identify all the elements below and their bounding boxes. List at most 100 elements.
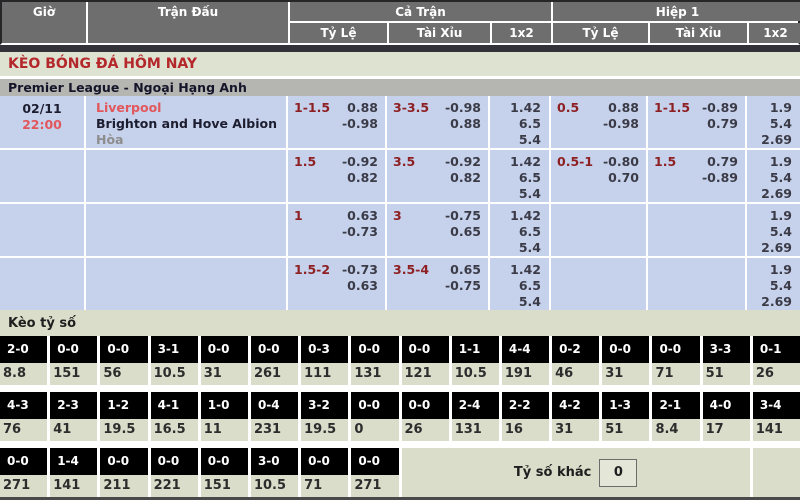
score-odds[interactable]: 271 <box>0 475 47 497</box>
other-score-box[interactable]: 0 <box>599 459 637 487</box>
score-odds[interactable]: 271 <box>351 475 398 497</box>
odds-value[interactable]: 0.88 <box>342 100 378 116</box>
score-box[interactable]: 0-0 <box>652 336 699 363</box>
ft-overunder-cell[interactable]: 3-3.5-0.980.88 <box>387 96 488 148</box>
score-box[interactable]: 0-0 <box>351 336 398 363</box>
ft-handicap-cell[interactable]: 1.5-0.920.82 <box>288 150 385 202</box>
score-box[interactable]: 4-1 <box>151 392 198 419</box>
score-box[interactable]: 4-2 <box>552 392 599 419</box>
1x2-odds-value[interactable]: 2.69 <box>747 132 792 148</box>
score-odds[interactable]: 131 <box>351 363 398 385</box>
1x2-odds-value[interactable]: 5.4 <box>747 170 792 186</box>
score-cell[interactable]: 3-219.5 <box>301 392 348 441</box>
score-cell[interactable]: 3-351 <box>703 336 750 385</box>
score-box[interactable]: 0-1 <box>753 336 800 363</box>
score-cell[interactable]: 4-017 <box>703 392 750 441</box>
odds-value[interactable]: -0.92 <box>342 154 378 170</box>
score-cell[interactable]: 1-4141 <box>50 448 97 497</box>
score-odds[interactable]: 10.5 <box>151 363 198 385</box>
score-box[interactable]: 0-0 <box>201 336 248 363</box>
score-cell[interactable]: 0-0151 <box>50 336 97 385</box>
1x2-odds-value[interactable]: 1.9 <box>747 100 792 116</box>
score-odds[interactable]: 16 <box>502 419 549 441</box>
1x2-odds-value[interactable]: 2.69 <box>747 294 792 310</box>
1x2-odds-value[interactable]: 6.5 <box>490 170 541 186</box>
score-cell[interactable]: 0-3111 <box>301 336 348 385</box>
score-cell[interactable]: 3-4141 <box>753 392 800 441</box>
score-box[interactable]: 2-1 <box>652 392 699 419</box>
1x2-odds-value[interactable]: 2.69 <box>747 240 792 256</box>
1x2-odds-value[interactable]: 2.69 <box>747 186 792 202</box>
1x2-odds-value[interactable]: 5.4 <box>490 132 541 148</box>
score-box[interactable]: 2-3 <box>50 392 97 419</box>
score-cell[interactable]: 0-0271 <box>351 448 398 497</box>
score-box[interactable]: 0-0 <box>251 336 298 363</box>
score-box[interactable]: 1-2 <box>100 392 147 419</box>
score-odds[interactable]: 26 <box>402 419 449 441</box>
odds-value[interactable]: -0.98 <box>445 100 481 116</box>
score-cell[interactable]: 0-0121 <box>402 336 449 385</box>
score-box[interactable]: 1-3 <box>602 392 649 419</box>
odds-value[interactable]: -0.75 <box>445 208 481 224</box>
score-odds[interactable]: 8.8 <box>0 363 47 385</box>
1x2-odds-value[interactable]: 5.4 <box>747 278 792 294</box>
score-odds[interactable]: 10.5 <box>251 475 298 497</box>
ft-handicap-cell[interactable]: 1.5-2-0.730.63 <box>288 258 385 310</box>
score-odds[interactable]: 46 <box>552 363 599 385</box>
h1-overunder-cell[interactable]: 1.50.79-0.89 <box>648 150 745 202</box>
score-cell[interactable]: 0-031 <box>602 336 649 385</box>
score-odds[interactable]: 76 <box>0 419 47 441</box>
1x2-odds-value[interactable]: 5.4 <box>490 294 541 310</box>
ft-overunder-cell[interactable]: 3-0.750.65 <box>387 204 488 256</box>
odds-value[interactable]: -0.73 <box>342 262 378 278</box>
score-cell[interactable]: 0-0151 <box>201 448 248 497</box>
score-box[interactable]: 0-0 <box>351 392 398 419</box>
score-box[interactable]: 0-0 <box>50 336 97 363</box>
score-box[interactable]: 3-4 <box>753 392 800 419</box>
score-odds[interactable]: 51 <box>703 363 750 385</box>
score-cell[interactable]: 2-4131 <box>452 392 499 441</box>
score-cell[interactable]: 0-246 <box>552 336 599 385</box>
1x2-odds-value[interactable]: 5.4 <box>490 240 541 256</box>
score-cell[interactable]: 2-341 <box>50 392 97 441</box>
score-box[interactable]: 2-2 <box>502 392 549 419</box>
score-box[interactable]: 4-3 <box>0 392 47 419</box>
1x2-odds-value[interactable]: 1.42 <box>490 154 541 170</box>
score-cell[interactable]: 0-026 <box>402 392 449 441</box>
odds-value[interactable]: -0.80 <box>603 154 639 170</box>
score-cell[interactable]: 1-219.5 <box>100 392 147 441</box>
score-box[interactable]: 0-0 <box>100 448 147 475</box>
score-cell[interactable]: 4-376 <box>0 392 47 441</box>
odds-value[interactable]: 0.79 <box>702 116 738 132</box>
odds-value[interactable]: -0.89 <box>702 170 738 186</box>
score-box[interactable]: 0-0 <box>402 336 449 363</box>
score-odds[interactable]: 31 <box>602 363 649 385</box>
score-cell[interactable]: 0-071 <box>301 448 348 497</box>
1x2-odds-value[interactable]: 5.4 <box>747 224 792 240</box>
h1-handicap-cell[interactable]: 0.5-1-0.800.70 <box>551 150 646 202</box>
1x2-odds-value[interactable]: 5.4 <box>747 116 792 132</box>
score-cell[interactable]: 0-4231 <box>251 392 298 441</box>
score-cell[interactable]: 2-18.4 <box>652 392 699 441</box>
score-box[interactable]: 4-0 <box>703 392 750 419</box>
odds-value[interactable]: -0.75 <box>445 278 481 294</box>
score-odds[interactable]: 111 <box>301 363 348 385</box>
ft-overunder-cell[interactable]: 3.5-0.920.82 <box>387 150 488 202</box>
1x2-odds-value[interactable]: 1.9 <box>747 154 792 170</box>
h1-overunder-cell[interactable]: 1-1.5-0.890.79 <box>648 96 745 148</box>
score-box[interactable]: 0-0 <box>301 448 348 475</box>
odds-value[interactable]: -0.73 <box>342 224 378 240</box>
odds-value[interactable]: -0.89 <box>702 100 738 116</box>
1x2-odds-value[interactable]: 1.42 <box>490 262 541 278</box>
odds-value[interactable]: 0.82 <box>445 170 481 186</box>
1x2-odds-value[interactable]: 6.5 <box>490 278 541 294</box>
score-cell[interactable]: 0-071 <box>652 336 699 385</box>
score-cell[interactable]: 2-216 <box>502 392 549 441</box>
score-cell[interactable]: 0-0211 <box>100 448 147 497</box>
score-odds[interactable]: 71 <box>301 475 348 497</box>
score-cell[interactable]: 2-08.8 <box>0 336 47 385</box>
1x2-odds-value[interactable]: 5.4 <box>490 186 541 202</box>
score-odds[interactable]: 19.5 <box>100 419 147 441</box>
score-box[interactable]: 0-0 <box>602 336 649 363</box>
score-odds[interactable]: 0 <box>351 419 398 441</box>
